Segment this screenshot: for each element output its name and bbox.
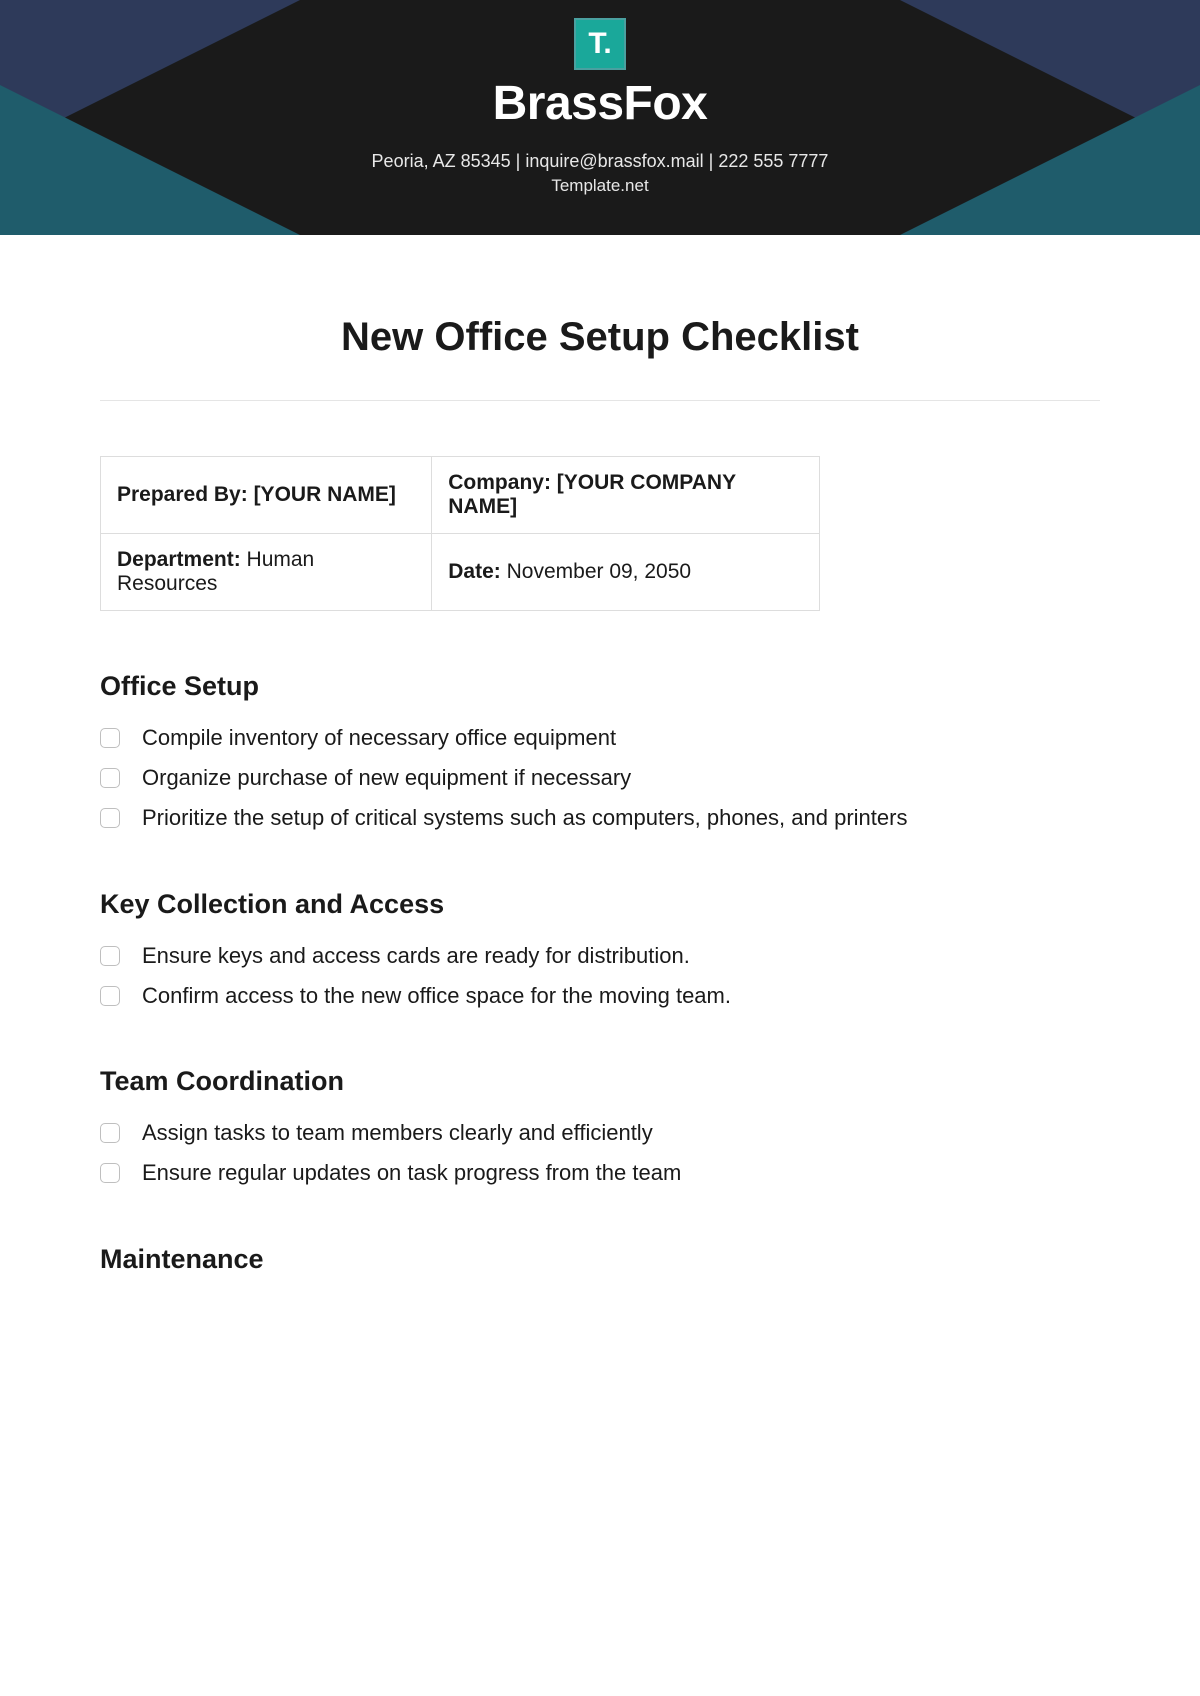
checklist-item: Prioritize the setup of critical systems…	[100, 802, 1100, 834]
checkbox-icon[interactable]	[100, 1163, 120, 1183]
page-title: New Office Setup Checklist	[100, 315, 1100, 360]
checklist-item: Compile inventory of necessary office eq…	[100, 722, 1100, 754]
source-subline: Template.net	[0, 176, 1200, 196]
header-content: T. BrassFox Peoria, AZ 85345 | inquire@b…	[0, 0, 1200, 196]
checkbox-icon[interactable]	[100, 808, 120, 828]
divider	[100, 400, 1100, 401]
checklist-item: Assign tasks to team members clearly and…	[100, 1117, 1100, 1149]
table-row: Prepared By: [YOUR NAME] Company: [YOUR …	[101, 457, 820, 534]
meta-date: Date: November 09, 2050	[432, 534, 820, 611]
meta-value: [YOUR NAME]	[254, 483, 396, 506]
section-heading: Office Setup	[100, 671, 1100, 702]
meta-company: Company: [YOUR COMPANY NAME]	[432, 457, 820, 534]
meta-label: Prepared By:	[117, 483, 248, 506]
document-header: T. BrassFox Peoria, AZ 85345 | inquire@b…	[0, 0, 1200, 235]
checklist-item-text: Ensure regular updates on task progress …	[142, 1157, 681, 1189]
checklist-item: Ensure regular updates on task progress …	[100, 1157, 1100, 1189]
brand-name: BrassFox	[0, 76, 1200, 131]
checklist-item-text: Confirm access to the new office space f…	[142, 980, 731, 1012]
checklist-item-text: Assign tasks to team members clearly and…	[142, 1117, 653, 1149]
meta-label: Date:	[448, 560, 501, 583]
checklist-item-text: Organize purchase of new equipment if ne…	[142, 762, 631, 794]
meta-label: Department:	[117, 548, 241, 571]
checklist-item: Ensure keys and access cards are ready f…	[100, 940, 1100, 972]
table-row: Department: Human Resources Date: Novemb…	[101, 534, 820, 611]
section-heading: Team Coordination	[100, 1066, 1100, 1097]
meta-department: Department: Human Resources	[101, 534, 432, 611]
checklist-item-text: Compile inventory of necessary office eq…	[142, 722, 616, 754]
checklist-section: Maintenance	[100, 1244, 1100, 1275]
section-heading: Key Collection and Access	[100, 889, 1100, 920]
section-heading: Maintenance	[100, 1244, 1100, 1275]
checkbox-icon[interactable]	[100, 946, 120, 966]
meta-label: Company:	[448, 471, 551, 494]
checklist-item: Organize purchase of new equipment if ne…	[100, 762, 1100, 794]
checkbox-icon[interactable]	[100, 1123, 120, 1143]
meta-table: Prepared By: [YOUR NAME] Company: [YOUR …	[100, 456, 820, 611]
sections-container: Office Setup Compile inventory of necessa…	[100, 671, 1100, 1275]
logo-icon: T.	[574, 18, 626, 70]
meta-prepared-by: Prepared By: [YOUR NAME]	[101, 457, 432, 534]
contact-line: Peoria, AZ 85345 | inquire@brassfox.mail…	[0, 151, 1200, 172]
checklist-section: Key Collection and Access Ensure keys and…	[100, 889, 1100, 1012]
checklist-item: Confirm access to the new office space f…	[100, 980, 1100, 1012]
checklist-item-text: Ensure keys and access cards are ready f…	[142, 940, 690, 972]
checkbox-icon[interactable]	[100, 728, 120, 748]
checklist-section: Office Setup Compile inventory of necessa…	[100, 671, 1100, 834]
checkbox-icon[interactable]	[100, 986, 120, 1006]
meta-value: November 09, 2050	[507, 560, 691, 583]
page-body: New Office Setup Checklist Prepared By: …	[0, 235, 1200, 1275]
checklist-item-text: Prioritize the setup of critical systems…	[142, 802, 907, 834]
checkbox-icon[interactable]	[100, 768, 120, 788]
checklist-section: Team Coordination Assign tasks to team me…	[100, 1066, 1100, 1189]
